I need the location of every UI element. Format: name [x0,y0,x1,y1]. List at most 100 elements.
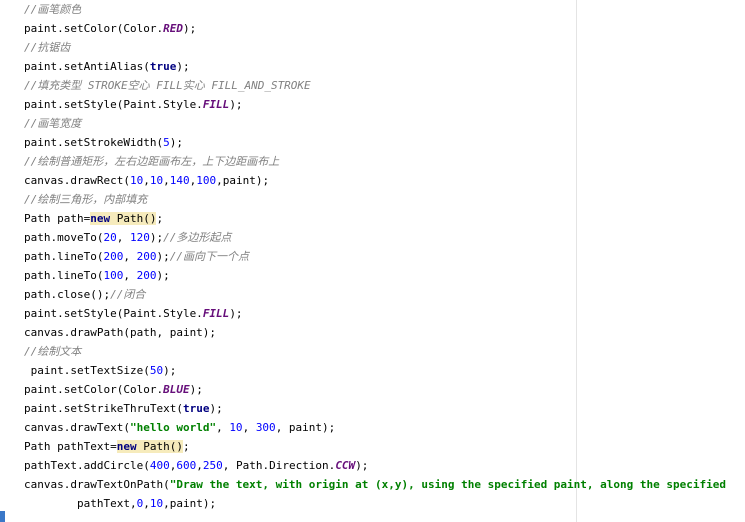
code-token: , [163,174,170,187]
code-line[interactable]: canvas.drawTextOnPath("Draw the text, wi… [24,475,745,494]
code-token: 100 [196,174,217,187]
code-token: 100 [103,269,124,282]
code-line[interactable]: //画笔宽度 [24,114,745,133]
code-token: path.lineTo( [24,250,104,263]
code-line[interactable]: path.moveTo(20, 120);//多边形起点 [24,228,745,247]
code-token: canvas.drawTextOnPath( [24,478,170,491]
code-token: true [182,402,210,415]
code-token: paint.setTextSize( [24,364,150,377]
code-token: , [196,459,203,472]
code-token: ); [209,402,223,415]
code-token: , [143,497,150,510]
code-token: //画向下一个点 [169,250,249,263]
code-token: , [143,174,150,187]
code-line[interactable]: canvas.drawText("hello world", 10, 300, … [24,418,745,437]
code-token: canvas.drawPath(path, paint); [24,326,217,339]
code-token: canvas.drawRect( [24,174,130,187]
code-token: path.close(); [24,288,111,301]
code-token: canvas.drawText( [24,421,130,434]
code-token: 200 [136,269,157,282]
code-line[interactable]: pathText.addCircle(400,600,250, Path.Dir… [24,456,745,475]
code-line[interactable]: canvas.drawRect(10,10,140,100,paint); [24,171,745,190]
code-line[interactable]: //画笔颜色 [24,0,745,19]
code-line[interactable]: //绘制文本 [24,342,745,361]
code-token: ); [169,136,183,149]
code-token: 10 [149,497,164,510]
code-token: BLUE [163,383,190,396]
code-token: 250 [202,459,223,472]
code-token: //绘制普通矩形，左右边距画布左，上下边距画布上 [24,155,280,168]
code-token: new [90,212,111,225]
code-token: "Draw the text, with origin at (x,y), us… [169,478,726,491]
code-token: , [123,269,137,282]
code-line[interactable]: paint.setStrokeWidth(5); [24,133,745,152]
code-line[interactable]: //填充类型 STROKE空心 FILL实心 FILL_AND_STROKE [24,76,745,95]
code-token: , Path.Direction. [222,459,336,472]
code-token: "hello world" [129,421,217,434]
code-token: //画笔宽度 [24,117,82,130]
code-line[interactable]: path.lineTo(200, 200);//画向下一个点 [24,247,745,266]
code-token: , [242,421,256,434]
code-line[interactable]: paint.setColor(Color.RED); [24,19,745,38]
code-token: 200 [103,250,124,263]
code-token: Path() [136,440,183,453]
code-token: path.lineTo( [24,269,104,282]
code-token: 300 [255,421,276,434]
code-line[interactable]: paint.setAntiAlias(true); [24,57,745,76]
code-token: 20 [103,231,117,244]
code-token: paint.setColor(Color. [24,22,164,35]
code-token: , [216,421,230,434]
code-token: 200 [136,250,157,263]
code-token: ); [176,60,190,73]
code-token: FILL [202,307,230,320]
code-token: Path path= [24,212,91,225]
code-line[interactable]: pathText,0,10,paint); [24,494,745,513]
code-token: //多边形起点 [163,231,232,244]
code-line[interactable]: canvas.drawPath(path, paint); [24,323,745,342]
code-token: Path pathText= [24,440,117,453]
change-marker [0,511,5,522]
code-token: ); [182,22,197,35]
code-line[interactable]: paint.setStyle(Paint.Style.FILL); [24,304,745,323]
editor-gutter [0,0,6,522]
code-line[interactable]: Path pathText=new Path(); [24,437,745,456]
code-token: 140 [169,174,190,187]
code-token: paint.setAntiAlias( [24,60,150,73]
code-token: ); [156,250,170,263]
code-token: RED [163,22,183,35]
code-token: ); [149,231,164,244]
code-token: ); [189,383,203,396]
code-line[interactable]: paint.setColor(Color.BLUE); [24,380,745,399]
code-token: //绘制文本 [24,345,82,358]
code-token: ; [182,440,190,453]
code-token: 10 [229,421,243,434]
code-editor[interactable]: //画笔颜色 paint.setColor(Color.RED);//抗锯齿 pai… [24,0,745,513]
code-token: Path() [110,212,157,225]
code-token: ); [229,98,243,111]
code-token: ); [355,459,369,472]
code-token: ,paint); [163,497,217,510]
code-token: paint.setStrikeThruText( [24,402,183,415]
code-line[interactable]: Path path=new Path(); [24,209,745,228]
code-token: 120 [129,231,150,244]
code-token: CCW [335,459,356,472]
code-line[interactable]: //绘制三角形，内部填充 [24,190,745,209]
code-line[interactable]: //抗锯齿 [24,38,745,57]
code-token: ; [156,212,164,225]
code-token: //闭合 [110,288,146,301]
code-line[interactable]: paint.setTextSize(50); [24,361,745,380]
code-line[interactable]: path.close();//闭合 [24,285,745,304]
code-token: , paint); [275,421,336,434]
code-token: ); [229,307,243,320]
code-line[interactable]: paint.setStrikeThruText(true); [24,399,745,418]
code-token: FILL [202,98,230,111]
code-token: paint.setColor(Color. [24,383,164,396]
code-token: , [123,250,137,263]
code-token: //绘制三角形，内部填充 [24,193,148,206]
code-token: , [116,231,130,244]
code-line[interactable]: //绘制普通矩形，左右边距画布左，上下边距画布上 [24,152,745,171]
code-line[interactable]: path.lineTo(100, 200); [24,266,745,285]
code-token: 600 [176,459,197,472]
code-token: //抗锯齿 [24,41,71,54]
code-line[interactable]: paint.setStyle(Paint.Style.FILL); [24,95,745,114]
